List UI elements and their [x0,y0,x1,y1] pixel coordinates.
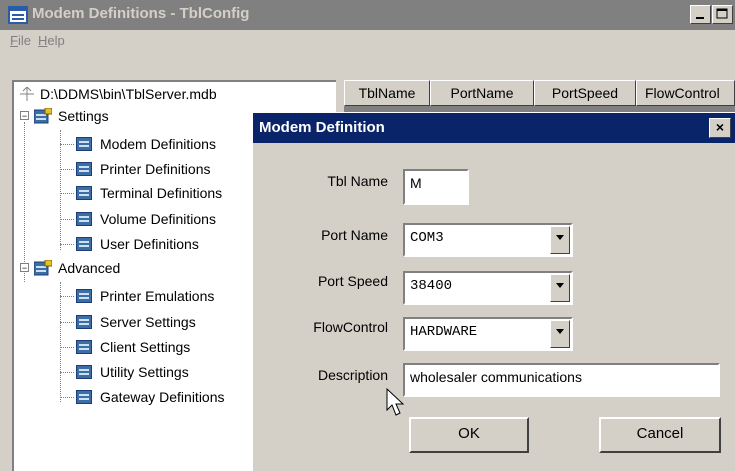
menu-file[interactable]: File [10,33,31,48]
menu-help[interactable]: Help [38,33,65,48]
port-speed-dropdown[interactable]: 38400 [403,271,573,305]
tree-item-client-settings[interactable]: Client Settings [76,337,190,357]
flow-control-dropdown[interactable]: HARDWARE [403,317,573,351]
expander-settings[interactable]: − [20,111,29,121]
tree-group-advanced[interactable]: Advanced [34,258,120,278]
tree-item-label: Volume Definitions [100,211,216,227]
table-icon [76,365,92,379]
column-header-tblname[interactable]: TblName [344,80,430,106]
minimize-icon [696,17,704,19]
mouse-cursor-icon [386,388,405,416]
table-icon [76,162,92,176]
column-header-portname[interactable]: PortName [430,80,534,106]
tree-group-label: Settings [58,108,109,124]
ok-button[interactable]: OK [409,417,529,453]
dialog-title-bar[interactable]: Modem Definition × [253,113,735,143]
tree-item-label: Printer Definitions [100,161,211,177]
tree-group-label: Advanced [58,260,121,276]
tree-root-path: D:\DDMS\bin\TblServer.mdb [40,86,217,102]
cancel-button[interactable]: Cancel [599,417,721,453]
table-icon [76,390,92,404]
tree-item-label: User Definitions [100,236,199,252]
column-header-portspeed[interactable]: PortSpeed [534,80,636,106]
tbl-name-field[interactable]: M [403,169,469,205]
maximize-button[interactable] [712,5,733,24]
tree-item-terminal-definitions[interactable]: Terminal Definitions [76,183,222,203]
app-icon [8,6,28,24]
dialog-close-button[interactable]: × [709,118,731,138]
port-name-value: COM3 [410,230,444,246]
port-name-label: Port Name [321,227,388,243]
table-icon [76,137,92,151]
menu-bar: File Help [0,30,735,52]
chevron-down-icon[interactable] [550,274,570,302]
flow-control-value: HARDWARE [410,324,478,340]
tree-item-label: Utility Settings [100,364,189,380]
window-title-bar[interactable]: Modem Definitions - TblConfig [0,0,735,30]
column-header-flowcontrol[interactable]: FlowControl [636,80,735,106]
tree-item-label: Gateway Definitions [100,389,225,405]
database-icon [20,87,34,101]
minimize-button[interactable] [690,5,711,24]
dialog-title: Modem Definition [259,119,385,136]
folder-table-icon [34,108,52,124]
close-icon: × [715,119,725,135]
tree-item-label: Printer Emulations [100,288,215,304]
tree-item-gateway-definitions[interactable]: Gateway Definitions [76,387,225,407]
tree-item-volume-definitions[interactable]: Volume Definitions [76,209,216,229]
table-icon [76,289,92,303]
tree-item-printer-definitions[interactable]: Printer Definitions [76,159,211,179]
tree-root[interactable]: D:\DDMS\bin\TblServer.mdb [20,84,217,104]
window-title: Modem Definitions - TblConfig [32,5,250,22]
tree-item-server-settings[interactable]: Server Settings [76,312,196,332]
description-field[interactable]: wholesaler communications [403,363,720,397]
tree-item-user-definitions[interactable]: User Definitions [76,234,199,254]
folder-table-icon [34,260,52,276]
table-icon [76,212,92,226]
modem-definition-dialog: Modem Definition × Tbl Name M Port Name … [252,112,735,471]
maximize-icon [716,8,728,19]
table-icon [76,340,92,354]
port-name-dropdown[interactable]: COM3 [403,223,573,257]
chevron-down-icon[interactable] [550,320,570,348]
tree-group-settings[interactable]: Settings [34,106,109,126]
tree-item-label: Terminal Definitions [100,185,223,201]
tree-item-modem-definitions[interactable]: Modem Definitions [76,134,216,154]
tbl-name-label: Tbl Name [327,173,388,189]
table-icon [76,315,92,329]
port-speed-label: Port Speed [317,273,388,289]
tree-item-label: Client Settings [100,339,191,355]
tree-item-label: Modem Definitions [100,136,216,152]
port-speed-value: 38400 [410,278,453,294]
chevron-down-icon[interactable] [550,226,570,254]
tree-item-printer-emulations[interactable]: Printer Emulations [76,286,214,306]
description-label: Description [317,367,388,383]
flow-control-label: FlowControl [313,319,388,335]
table-icon [76,237,92,251]
table-icon [76,186,92,200]
tree-item-utility-settings[interactable]: Utility Settings [76,362,189,382]
tree-item-label: Server Settings [100,314,196,330]
expander-advanced[interactable]: − [20,263,29,273]
